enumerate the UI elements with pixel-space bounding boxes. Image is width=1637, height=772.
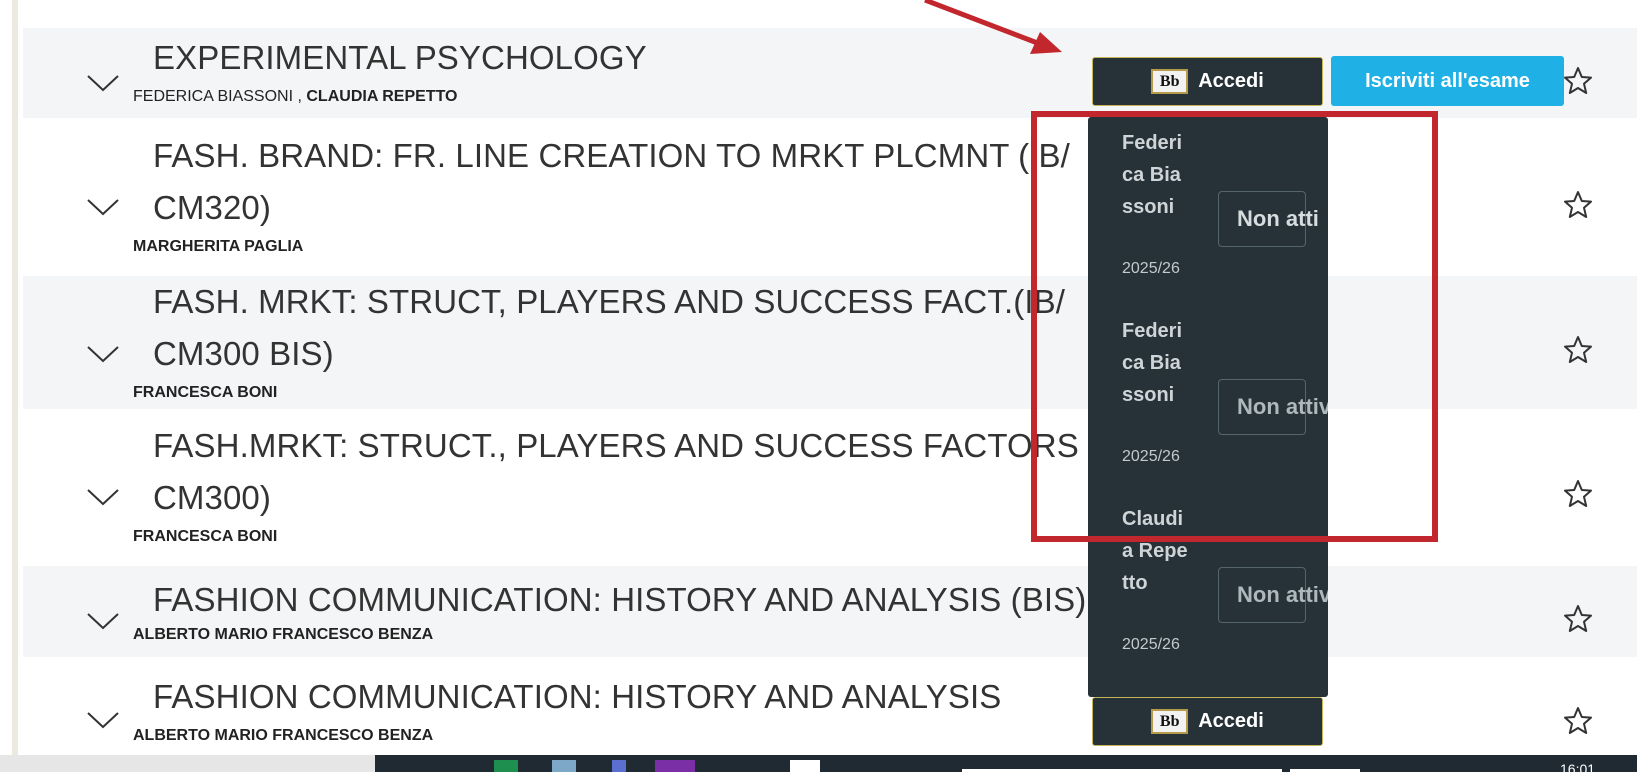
taskbar-app-icon[interactable]	[655, 760, 695, 772]
taskbar-app-icon[interactable]	[552, 760, 576, 772]
course-title-line2[interactable]: CM300)	[153, 472, 271, 524]
blackboard-logo-icon: Bb	[1151, 69, 1189, 94]
taskbar-app-icon[interactable]	[494, 760, 518, 772]
chevron-down-icon[interactable]	[85, 610, 121, 632]
course-row[interactable]: FASHION COMMUNICATION: HISTORY AND ANALY…	[23, 566, 1637, 657]
annotation-highlight-box	[1031, 111, 1438, 542]
taskbar-app-icon[interactable]	[790, 760, 820, 772]
favorite-star-icon[interactable]	[1563, 335, 1593, 365]
course-teachers: FEDERICA BIASSONI , CLAUDIA REPETTO	[133, 88, 458, 105]
accedi-button[interactable]: Bb Accedi	[1092, 57, 1323, 106]
course-teachers: FRANCESCA BONI	[133, 384, 278, 401]
favorite-star-icon[interactable]	[1563, 706, 1593, 736]
chevron-down-icon[interactable]	[85, 196, 121, 218]
chevron-down-icon[interactable]	[85, 343, 121, 365]
course-title-line2[interactable]: CM320)	[153, 182, 271, 234]
left-border	[12, 0, 18, 755]
chevron-down-icon[interactable]	[85, 486, 121, 508]
course-title[interactable]: FASH.MRKT: STRUCT., PLAYERS AND SUCCESS …	[153, 420, 1140, 472]
taskbar-app-icon[interactable]	[612, 760, 626, 772]
iscriviti-esame-button[interactable]: Iscriviti all'esame	[1331, 56, 1564, 106]
status-button[interactable]: Non attivo	[1218, 567, 1328, 623]
course-title[interactable]: FASHION COMMUNICATION: HISTORY AND ANALY…	[153, 574, 1086, 626]
blackboard-logo-icon: Bb	[1151, 709, 1189, 734]
course-row[interactable]: FASHION COMMUNICATION: HISTORY AND ANALY…	[23, 657, 1637, 755]
course-teachers: ALBERTO MARIO FRANCESCO BENZA	[133, 727, 434, 744]
chevron-down-icon[interactable]	[85, 72, 121, 94]
taskbar-clock: 16:01	[1560, 761, 1596, 772]
accedi-button[interactable]: Bb Accedi	[1092, 697, 1323, 746]
dropdown-item-date: 2025/26	[1122, 636, 1180, 653]
favorite-star-icon[interactable]	[1563, 604, 1593, 634]
course-title[interactable]: EXPERIMENTAL PSYCHOLOGY	[153, 32, 647, 84]
course-teachers: MARGHERITA PAGLIA	[133, 238, 304, 255]
favorite-star-icon[interactable]	[1563, 66, 1593, 96]
accedi-label: Accedi	[1198, 70, 1264, 92]
course-teachers: ALBERTO MARIO FRANCESCO BENZA	[133, 626, 434, 643]
favorite-star-icon[interactable]	[1563, 479, 1593, 509]
chevron-down-icon[interactable]	[85, 709, 121, 731]
course-title[interactable]: FASH. BRAND: FR. LINE CREATION TO MRKT P…	[153, 130, 1070, 182]
windows-taskbar	[0, 755, 1637, 772]
course-title-line2[interactable]: CM300 BIS)	[153, 328, 334, 380]
course-title[interactable]: FASHION COMMUNICATION: HISTORY AND ANALY…	[153, 671, 1001, 723]
favorite-star-icon[interactable]	[1563, 190, 1593, 220]
course-title[interactable]: FASH. MRKT: STRUCT, PLAYERS AND SUCCESS …	[153, 276, 1065, 328]
course-teachers: FRANCESCA BONI	[133, 528, 278, 545]
accedi-label: Accedi	[1198, 710, 1264, 732]
